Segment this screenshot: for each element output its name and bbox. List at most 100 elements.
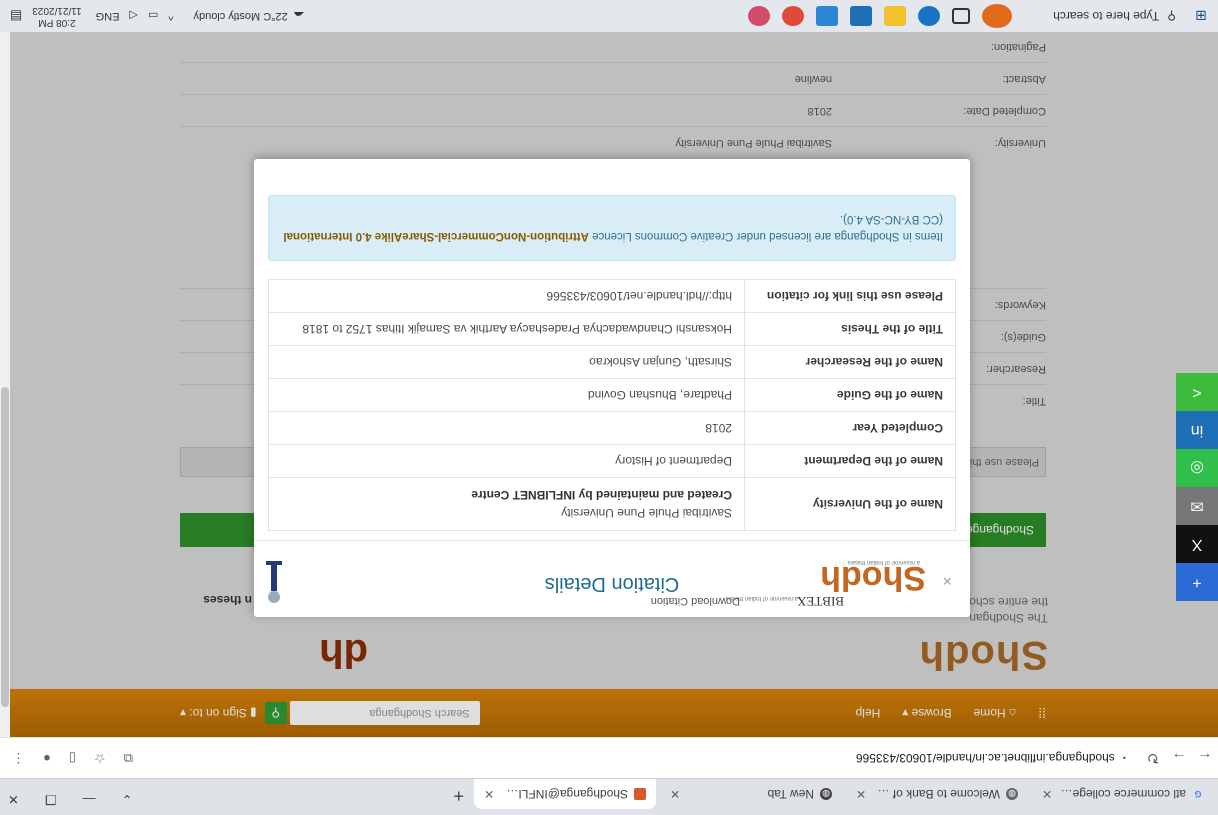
cortana-avatar-icon[interactable] <box>982 4 1012 28</box>
store-icon[interactable] <box>850 6 872 26</box>
url-field[interactable]: ▪ shodhganga.inflibnet.ac.in/handle/1060… <box>566 746 1134 770</box>
share-page-icon[interactable]: ⧉ <box>124 750 133 766</box>
bookmark-star-icon[interactable]: ☆ <box>94 750 106 766</box>
task-view-icon[interactable] <box>952 8 970 24</box>
weather-widget[interactable]: ☁ 22°C Mostly cloudy <box>194 10 305 23</box>
citation-value: Savitribai Phule Pune University Created … <box>268 477 745 531</box>
taskbar-search[interactable]: ⚲ Type here to search <box>1024 0 1184 32</box>
modal-header: × Shodh a reservoir of Indian theses Cit… <box>254 540 970 617</box>
share-icon[interactable]: < <box>1176 373 1218 411</box>
tab-title: New Tab <box>767 787 814 801</box>
citation-value: Hoksanshi Chandwadachya Pradeshacya Aart… <box>268 312 745 346</box>
university-name: Savitribai Phule Pune University <box>561 506 732 520</box>
whatsapp-icon[interactable]: ◎ <box>1176 449 1218 487</box>
citation-key: Name of the University <box>744 477 956 531</box>
plus-share-icon[interactable]: + <box>1176 563 1218 601</box>
browser-tab-active[interactable]: Shodhganga@INFLIBNET: Hol ✕ <box>474 779 656 809</box>
x-twitter-icon[interactable]: X <box>1176 525 1218 563</box>
citation-key: Title of the Thesis <box>744 312 956 346</box>
reload-icon[interactable]: ↻ <box>1140 749 1166 767</box>
side-panel-icon[interactable]: ▯ <box>69 750 76 766</box>
menu-icon[interactable]: ⋮ <box>12 750 25 766</box>
cloud-icon: ☁ <box>293 9 305 22</box>
chevron-up-icon[interactable]: ^ <box>168 10 173 22</box>
tab-title: Welcome to Bank of Maharas <box>872 787 1000 801</box>
table-row: Completed Year 2018 <box>268 411 956 445</box>
globe-icon: ◍ <box>1006 788 1018 800</box>
chrome-icon[interactable] <box>782 6 804 26</box>
edge-icon[interactable] <box>918 6 940 26</box>
citation-key: Name of the Department <box>744 444 956 478</box>
search-icon: ⚲ <box>1167 9 1176 23</box>
citation-key: Name of the Guide <box>744 378 956 412</box>
network-icon[interactable]: ▭ <box>148 10 158 23</box>
restore-icon[interactable]: ❐ <box>45 791 57 807</box>
windows-taskbar: ⊞ ⚲ Type here to search ☁ 22°C Mostly cl… <box>0 0 1218 32</box>
citation-link[interactable]: http://hdl.handle.net/10603/433566 <box>268 279 745 313</box>
citation-value: Phadtare, Bhushan Govind <box>268 378 745 412</box>
window-controls: ⌄ — ❐ ✕ <box>8 791 132 807</box>
shodhganga-icon <box>634 788 646 800</box>
new-tab-button[interactable]: + <box>453 785 464 806</box>
system-tray: ^ ▭ ◁ ENG <box>96 10 174 23</box>
licence-link[interactable]: Attribution-NonCommercial-ShareAlike 4.0… <box>283 230 588 242</box>
share-glyph: ✉ <box>1190 497 1204 514</box>
site-info-icon[interactable]: ▪ <box>1123 753 1126 763</box>
url-text: shodhganga.inflibnet.ac.in/handle/10603/… <box>855 751 1115 765</box>
page-scrollbar[interactable] <box>0 32 10 737</box>
citation-value: 2018 <box>268 411 745 445</box>
clock-date: 11/21/2023 <box>32 5 82 16</box>
taskbar-clock[interactable]: 2:08 PM 11/21/2023 <box>32 4 81 28</box>
close-tab-icon[interactable]: ✕ <box>1042 787 1052 801</box>
language-indicator[interactable]: ENG <box>96 10 120 22</box>
clock-time: 2:08 PM <box>38 17 76 28</box>
citation-table: Name of the University Savitribai Phule P… <box>268 279 956 531</box>
mail-icon[interactable] <box>816 6 838 26</box>
notification-icon[interactable]: ▤ <box>10 8 22 24</box>
licence-text-end: (CC BY-NC-SA 4.0). <box>839 213 943 225</box>
close-tab-icon[interactable]: ✕ <box>856 787 866 801</box>
citation-value: Department of History <box>268 444 745 478</box>
table-row: Name of the Researcher Shirsath, Gunjan A… <box>268 345 956 379</box>
maintained-by-text: Created and maintained by INFLIBNET Cent… <box>471 488 732 502</box>
citation-key: Please use this link for citation <box>744 279 956 313</box>
file-explorer-icon[interactable] <box>884 6 906 26</box>
close-icon[interactable]: ✕ <box>8 791 19 807</box>
tab-title: Shodhganga@INFLIBNET: Hol <box>500 787 628 801</box>
share-glyph: X <box>1191 536 1203 553</box>
modal-title: Citation Details <box>544 573 680 595</box>
citation-modal: × Shodh a reservoir of Indian theses Cit… <box>254 159 970 617</box>
browser-tab[interactable]: ◍ Welcome to Bank of Maharas ✕ <box>846 779 1028 809</box>
forward-icon[interactable]: → <box>1166 750 1192 767</box>
profile-icon[interactable]: ● <box>43 750 51 766</box>
tab-title: atl commerce college nurbani <box>1058 787 1186 801</box>
app-icon[interactable] <box>748 6 770 26</box>
table-row: Name of the Guide Phadtare, Bhushan Govin… <box>268 378 956 412</box>
volume-icon[interactable]: ◁ <box>129 10 137 23</box>
windows-start-icon[interactable]: ⊞ <box>1184 8 1218 25</box>
close-tab-icon[interactable]: ✕ <box>670 787 680 801</box>
browser-tab[interactable]: ◍ New Tab ✕ <box>660 779 842 809</box>
bibtex-download-button[interactable]: BIBTEX <box>797 593 844 609</box>
share-glyph: in <box>1190 422 1204 439</box>
chevron-down-icon[interactable]: ⌄ <box>122 791 133 807</box>
citation-key: Name of the Researcher <box>744 345 956 379</box>
share-glyph: < <box>1192 384 1202 401</box>
linkedin-icon[interactable]: in <box>1176 411 1218 449</box>
browser-tab[interactable]: G atl commerce college nurbani ✕ <box>1032 779 1214 809</box>
taskbar-search-placeholder: Type here to search <box>1053 9 1160 23</box>
browser-toolbar-icons: ⧉ ☆ ▯ ● ⋮ <box>12 750 133 766</box>
scrollbar-thumb[interactable] <box>1 387 9 707</box>
close-tab-icon[interactable]: ✕ <box>484 787 494 801</box>
table-row: Name of the Department Department of Hist… <box>268 444 956 478</box>
screen-rotated: G atl commerce college nurbani ✕ ◍ Welco… <box>0 0 1218 815</box>
citation-value: Shirsath, Gunjan Ashokrao <box>268 345 745 379</box>
table-row: Name of the University Savitribai Phule P… <box>268 477 956 531</box>
minimize-icon[interactable]: — <box>83 791 96 807</box>
address-bar: ← → ↻ ▪ shodhganga.inflibnet.ac.in/handl… <box>0 737 1218 778</box>
back-icon[interactable]: ← <box>1192 750 1218 767</box>
share-glyph: + <box>1192 574 1202 591</box>
citation-key: Completed Year <box>744 411 956 445</box>
email-icon[interactable]: ✉ <box>1176 487 1218 525</box>
download-citation-label: Download Citation <box>650 595 740 607</box>
